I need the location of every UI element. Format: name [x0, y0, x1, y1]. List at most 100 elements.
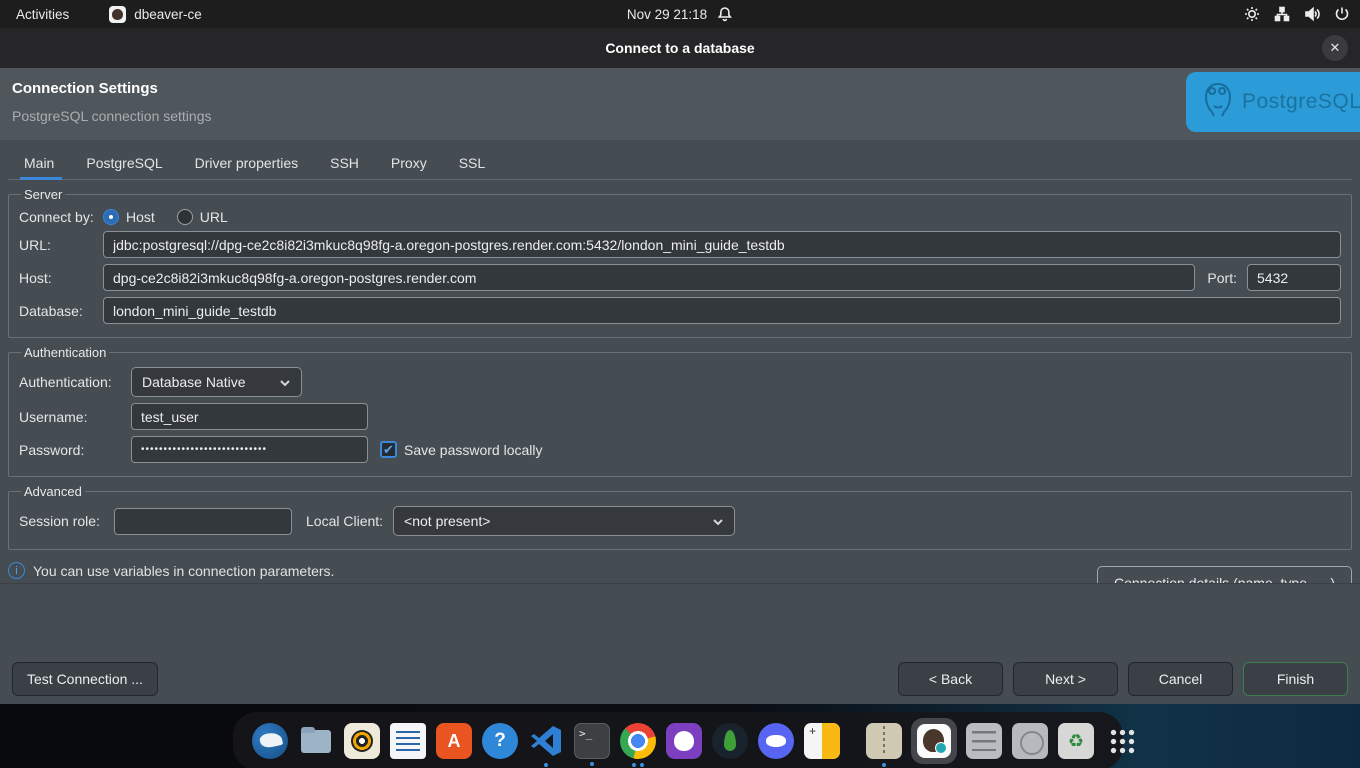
activities-button[interactable]: Activities: [16, 7, 69, 22]
url-input[interactable]: [103, 231, 1341, 258]
password-label: Password:: [19, 442, 131, 458]
database-label: Database:: [19, 303, 103, 319]
app-grid-icon[interactable]: [1104, 723, 1140, 759]
database-input[interactable]: [103, 297, 1341, 324]
local-client-value: <not present>: [404, 513, 490, 529]
tab-proxy[interactable]: Proxy: [389, 150, 429, 179]
calculator-icon[interactable]: [804, 723, 840, 759]
github-desktop-icon[interactable]: [666, 723, 702, 759]
password-input[interactable]: [131, 436, 368, 463]
chevron-down-icon: [712, 515, 724, 527]
thunderbird-icon[interactable]: [252, 723, 288, 759]
archive-manager-icon[interactable]: [866, 723, 902, 759]
brightness-icon: [1244, 6, 1260, 22]
save-password-checkbox[interactable]: ✔: [380, 441, 397, 458]
disks-icon[interactable]: [1012, 723, 1048, 759]
test-connection-button[interactable]: Test Connection ...: [12, 662, 158, 696]
server-legend: Server: [21, 187, 65, 202]
ubuntu-software-icon[interactable]: [436, 723, 472, 759]
radio-connect-by-host[interactable]: Host: [103, 209, 155, 225]
cancel-button[interactable]: Cancel: [1128, 662, 1233, 696]
chrome-icon[interactable]: [620, 723, 656, 759]
next-button[interactable]: Next >: [1013, 662, 1118, 696]
advanced-legend: Advanced: [21, 484, 85, 499]
terminal-icon[interactable]: >_: [574, 723, 610, 759]
tab-driver-properties[interactable]: Driver properties: [193, 150, 300, 179]
desktop-wallpaper: >_ ♻: [0, 704, 1360, 768]
local-client-select[interactable]: <not present>: [393, 506, 735, 536]
hint-text: You can use variables in connection para…: [33, 562, 334, 579]
dock: >_ ♻: [233, 712, 1123, 768]
clock-menu[interactable]: Nov 29 21:18: [627, 6, 733, 22]
rhythmbox-icon[interactable]: [344, 723, 380, 759]
authentication-group: Authentication Authentication: Database …: [8, 345, 1352, 477]
server-group: Server Connect by: Host URL: [8, 187, 1352, 338]
hint-row: i You can use variables in connection pa…: [8, 562, 1352, 584]
wizard-header: Connection Settings PostgreSQL connectio…: [0, 68, 1360, 140]
port-label: Port:: [1207, 270, 1237, 286]
discord-icon[interactable]: [758, 723, 794, 759]
postgresql-logo-text: PostgreSQL: [1242, 90, 1360, 114]
libreoffice-writer-icon[interactable]: [390, 723, 426, 759]
radio-url-label: URL: [200, 209, 228, 225]
radio-host-label: Host: [126, 209, 155, 225]
settings-icon[interactable]: [966, 723, 1002, 759]
main-tab-content: Main PostgreSQL Driver properties SSH Pr…: [0, 140, 1360, 584]
connect-by-label: Connect by:: [19, 209, 103, 225]
system-status-area[interactable]: [1244, 6, 1350, 22]
focused-app-menu[interactable]: dbeaver-ce: [109, 6, 202, 23]
close-icon[interactable]: ✕: [1322, 35, 1348, 61]
tab-ssh[interactable]: SSH: [328, 150, 361, 179]
advanced-group: Advanced Session role: Local Client: <no…: [8, 484, 1352, 550]
dbeaver-logo-icon: [917, 724, 951, 758]
postgresql-logo: PostgreSQL: [1186, 72, 1360, 132]
screen: Activities dbeaver-ce Nov 29 21:18: [0, 0, 1360, 768]
network-icon: [1274, 6, 1290, 22]
connection-details-button[interactable]: Connection details (name, type, ... ): [1097, 566, 1352, 584]
radio-connect-by-url[interactable]: URL: [177, 209, 228, 225]
dbeaver-app-icon: [109, 6, 126, 23]
chevron-down-icon: [279, 376, 291, 388]
radio-url-dot-icon: [177, 209, 193, 225]
authentication-legend: Authentication: [21, 345, 109, 360]
mongodb-compass-icon[interactable]: [712, 723, 748, 759]
dialog-title: Connect to a database: [605, 40, 754, 56]
dialog-body: Main PostgreSQL Driver properties SSH Pr…: [0, 140, 1360, 704]
local-client-label: Local Client:: [306, 513, 383, 529]
info-icon: i: [8, 562, 25, 579]
wizard-button-bar: Test Connection ... < Back Next > Cancel…: [0, 662, 1360, 696]
username-input[interactable]: [131, 403, 368, 430]
url-label: URL:: [19, 237, 103, 253]
files-icon[interactable]: [298, 723, 334, 759]
authentication-label: Authentication:: [19, 374, 131, 390]
bell-icon: [717, 6, 733, 22]
vscode-icon[interactable]: [528, 723, 564, 759]
page-subtitle: PostgreSQL connection settings: [12, 108, 212, 124]
radio-host-dot-icon: [103, 209, 119, 225]
back-button[interactable]: < Back: [898, 662, 1003, 696]
volume-icon: [1304, 6, 1320, 22]
postgresql-elephant-icon: [1200, 80, 1236, 125]
help-icon[interactable]: [482, 723, 518, 759]
port-input[interactable]: [1247, 264, 1341, 291]
system-topbar: Activities dbeaver-ce Nov 29 21:18: [0, 0, 1360, 28]
tab-bar: Main PostgreSQL Driver properties SSH Pr…: [8, 150, 1352, 180]
dialog-titlebar: Connect to a database ✕: [0, 28, 1360, 68]
authentication-select[interactable]: Database Native: [131, 367, 302, 397]
finish-button[interactable]: Finish: [1243, 662, 1348, 696]
authentication-value: Database Native: [142, 374, 246, 390]
username-label: Username:: [19, 409, 131, 425]
trash-icon[interactable]: ♻: [1058, 723, 1094, 759]
tab-ssl[interactable]: SSL: [457, 150, 487, 179]
host-label: Host:: [19, 270, 103, 286]
save-password-label: Save password locally: [404, 442, 543, 458]
session-role-label: Session role:: [19, 513, 114, 529]
session-role-input[interactable]: [114, 508, 292, 535]
tab-postgresql[interactable]: PostgreSQL: [84, 150, 164, 179]
tab-main[interactable]: Main: [22, 150, 56, 179]
clock-label: Nov 29 21:18: [627, 7, 707, 22]
page-title: Connection Settings: [12, 80, 158, 97]
host-input[interactable]: [103, 264, 1195, 291]
dbeaver-taskbar-icon[interactable]: [911, 718, 957, 764]
power-icon: [1334, 6, 1350, 22]
